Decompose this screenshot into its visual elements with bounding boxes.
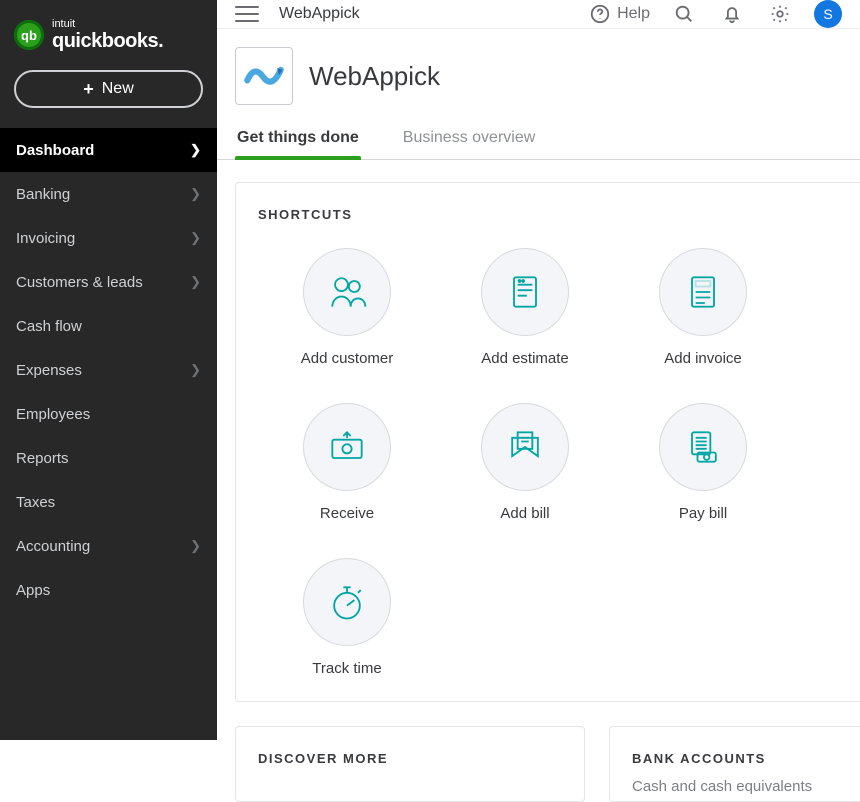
- logo-mark-icon: qb: [14, 20, 44, 50]
- chevron-right-icon: ❯: [190, 274, 201, 290]
- shortcut-label: Add customer: [301, 350, 394, 367]
- sidebar-item-label: Expenses: [16, 362, 82, 379]
- sidebar-item-apps[interactable]: Apps: [0, 568, 217, 612]
- shortcut-label: Add estimate: [481, 350, 569, 367]
- search-icon[interactable]: [670, 0, 698, 28]
- sidebar-item-label: Dashboard: [16, 142, 94, 159]
- sidebar-item-label: Cash flow: [16, 318, 82, 335]
- shortcut-add-bill[interactable]: Add bill: [436, 403, 614, 522]
- logo-parent: intuit: [52, 18, 163, 30]
- shortcut-label: Add bill: [500, 505, 549, 522]
- avatar[interactable]: S: [814, 0, 842, 28]
- main: WebAppick Help S WebAppick Get things do…: [217, 0, 860, 740]
- shortcut-label: Pay bill: [679, 505, 727, 522]
- shortcuts-grid: Add customer Add estimate Add invoice Recei…: [258, 248, 838, 677]
- sidebar-item-label: Customers & leads: [16, 274, 143, 291]
- plus-icon: +: [83, 79, 94, 100]
- menu-toggle-icon[interactable]: [235, 2, 259, 26]
- shortcut-track-time[interactable]: Track time: [258, 558, 436, 677]
- invoice-icon: [659, 248, 747, 336]
- new-button[interactable]: + New: [14, 70, 203, 108]
- sidebar-item-reports[interactable]: Reports: [0, 436, 217, 480]
- help-icon: [589, 3, 611, 25]
- notifications-icon[interactable]: [718, 0, 746, 28]
- tab-get-things-done[interactable]: Get things done: [235, 129, 361, 159]
- receive-icon: [303, 403, 391, 491]
- sidebar-nav: Dashboard❯Banking❯Invoicing❯Customers & …: [0, 128, 217, 612]
- chevron-right-icon: ❯: [190, 186, 201, 202]
- discover-card: DISCOVER MORE: [235, 726, 585, 802]
- settings-icon[interactable]: [766, 0, 794, 28]
- people-icon: [303, 248, 391, 336]
- sidebar-item-label: Taxes: [16, 494, 55, 511]
- shortcut-pay-bill[interactable]: Pay bill: [614, 403, 792, 522]
- sidebar-item-banking[interactable]: Banking ❯: [0, 172, 217, 216]
- chevron-right-icon: ❯: [190, 142, 201, 158]
- shortcut-label: Receive: [320, 505, 374, 522]
- company-header: WebAppick: [217, 29, 860, 105]
- sidebar-item-customers-leads[interactable]: Customers & leads ❯: [0, 260, 217, 304]
- estimate-icon: [481, 248, 569, 336]
- chevron-right-icon: ❯: [190, 230, 201, 246]
- sidebar-item-cash-flow[interactable]: Cash flow: [0, 304, 217, 348]
- logo: qb intuit quickbooks.: [0, 0, 217, 62]
- sidebar-item-expenses[interactable]: Expenses ❯: [0, 348, 217, 392]
- chevron-right-icon: ❯: [190, 362, 201, 378]
- topbar: WebAppick Help S: [217, 0, 860, 29]
- logo-brand: quickbooks.: [52, 30, 163, 52]
- shortcuts-card: SHORTCUTS Add customer Add estimate Add in…: [235, 182, 860, 702]
- sidebar-item-label: Apps: [16, 582, 50, 599]
- new-button-label: New: [102, 80, 134, 98]
- stopwatch-icon: [303, 558, 391, 646]
- sidebar-item-invoicing[interactable]: Invoicing ❯: [0, 216, 217, 260]
- content: SHORTCUTS Add customer Add estimate Add in…: [217, 160, 860, 802]
- sidebar-item-label: Invoicing: [16, 230, 75, 247]
- sidebar-item-label: Employees: [16, 406, 90, 423]
- shortcut-add-invoice[interactable]: Add invoice: [614, 248, 792, 367]
- sidebar-item-label: Accounting: [16, 538, 90, 555]
- bank-accounts-subtext: Cash and cash equivalents: [632, 778, 838, 795]
- company-logo-icon: [235, 47, 293, 105]
- topbar-title: WebAppick: [279, 5, 360, 23]
- sidebar-item-accounting[interactable]: Accounting ❯: [0, 524, 217, 568]
- sidebar-item-dashboard[interactable]: Dashboard ❯: [0, 128, 217, 172]
- paybill-icon: [659, 403, 747, 491]
- shortcut-label: Track time: [312, 660, 381, 677]
- shortcuts-heading: SHORTCUTS: [258, 207, 838, 222]
- shortcut-label: Add invoice: [664, 350, 742, 367]
- bill-icon: [481, 403, 569, 491]
- sidebar-item-label: Reports: [16, 450, 69, 467]
- bank-accounts-card: BANK ACCOUNTS Cash and cash equivalents: [609, 726, 860, 802]
- shortcut-receive[interactable]: Receive: [258, 403, 436, 522]
- help-link[interactable]: Help: [589, 3, 650, 25]
- sidebar-item-taxes[interactable]: Taxes: [0, 480, 217, 524]
- bank-accounts-heading: BANK ACCOUNTS: [632, 751, 838, 766]
- company-name: WebAppick: [309, 61, 440, 92]
- sidebar-item-employees[interactable]: Employees: [0, 392, 217, 436]
- sidebar: qb intuit quickbooks. + New Dashboard❯Ba…: [0, 0, 217, 740]
- tab-business-overview[interactable]: Business overview: [401, 129, 538, 159]
- chevron-right-icon: ❯: [190, 538, 201, 554]
- logo-text: intuit quickbooks.: [52, 18, 163, 52]
- shortcut-add-customer[interactable]: Add customer: [258, 248, 436, 367]
- tabs: Get things done Business overview: [217, 105, 860, 160]
- help-label: Help: [617, 5, 650, 23]
- sidebar-item-label: Banking: [16, 186, 70, 203]
- shortcut-add-estimate[interactable]: Add estimate: [436, 248, 614, 367]
- discover-heading: DISCOVER MORE: [258, 751, 562, 766]
